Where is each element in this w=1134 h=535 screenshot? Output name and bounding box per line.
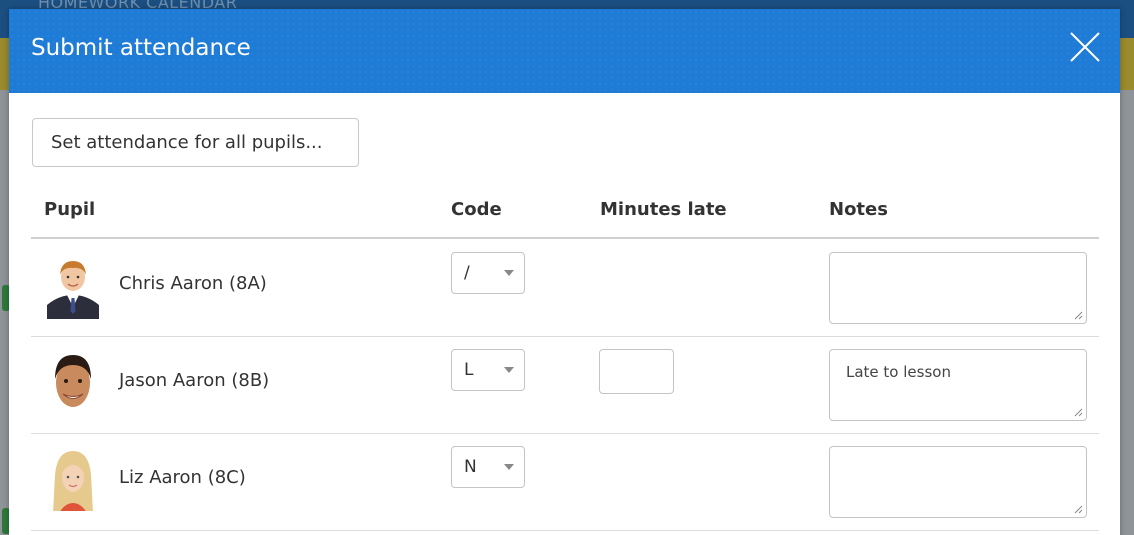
- column-header-minutes-late: Minutes late: [600, 199, 727, 220]
- attendance-code-select[interactable]: N: [451, 446, 525, 488]
- chevron-down-icon: [504, 367, 514, 373]
- resize-grip-icon[interactable]: [1074, 311, 1083, 320]
- row-divider: [31, 433, 1099, 434]
- row-divider: [31, 336, 1099, 337]
- chevron-down-icon: [504, 270, 514, 276]
- code-value: L: [464, 360, 474, 380]
- notes-field[interactable]: [829, 252, 1087, 324]
- minutes-late-input[interactable]: [599, 349, 674, 394]
- column-header-pupil: Pupil: [44, 199, 96, 220]
- notes-text: Late to lesson: [846, 363, 951, 381]
- dialog-title: Submit attendance: [31, 35, 251, 61]
- avatar: [45, 255, 101, 319]
- attendance-code-select[interactable]: /: [451, 252, 525, 294]
- attendance-dialog: Submit attendance Set attendance for all…: [9, 9, 1120, 535]
- column-header-code: Code: [451, 199, 502, 220]
- pupil-name[interactable]: Liz Aaron (8C): [119, 467, 246, 488]
- set-attendance-all-button[interactable]: Set attendance for all pupils...: [32, 118, 359, 167]
- dialog-header: Submit attendance: [9, 9, 1120, 93]
- avatar: [45, 349, 101, 413]
- close-icon: [1070, 32, 1100, 62]
- attendance-code-select[interactable]: L: [451, 349, 525, 391]
- chevron-down-icon: [504, 464, 514, 470]
- resize-grip-icon[interactable]: [1074, 408, 1083, 417]
- code-value: /: [464, 263, 470, 283]
- avatar: [45, 447, 101, 511]
- pupil-name[interactable]: Jason Aaron (8B): [119, 370, 269, 391]
- resize-grip-icon[interactable]: [1074, 505, 1083, 514]
- notes-field[interactable]: Late to lesson: [829, 349, 1087, 421]
- close-button[interactable]: [1067, 29, 1103, 65]
- notes-field[interactable]: [829, 446, 1087, 518]
- code-value: N: [464, 457, 477, 477]
- table-header-divider: [31, 237, 1099, 239]
- pupil-name[interactable]: Chris Aaron (8A): [119, 273, 267, 294]
- column-header-notes: Notes: [829, 199, 888, 220]
- row-divider: [31, 530, 1099, 531]
